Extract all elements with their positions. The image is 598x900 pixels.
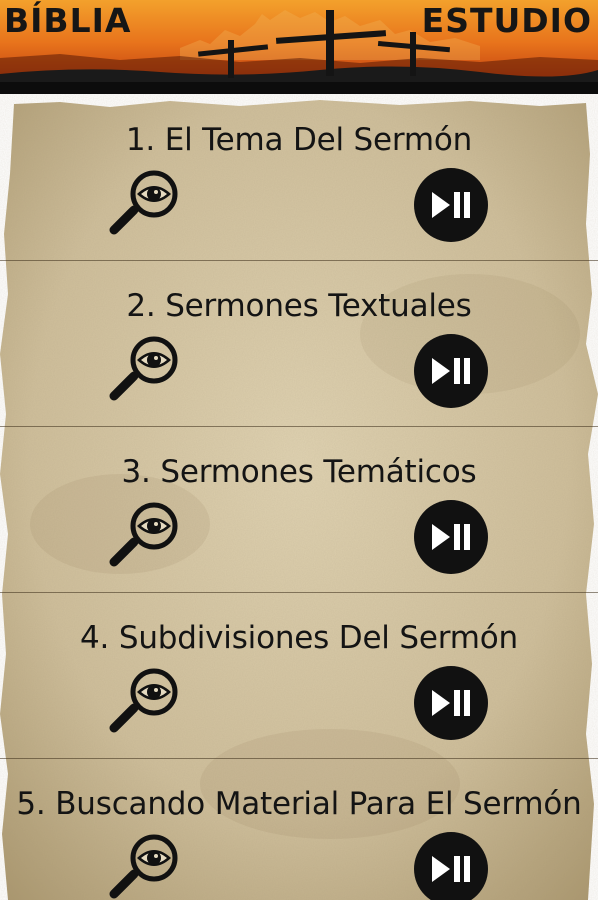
play-pause-button[interactable] [413,665,489,741]
play-pause-icon [414,168,488,242]
play-pause-icon [414,832,488,900]
play-pause-icon [414,666,488,740]
lesson-item-5: 5. Buscando Material Para El Sermón [0,758,598,900]
lesson-title[interactable]: 3. Sermones Temáticos [0,452,598,492]
play-pause-button[interactable] [413,333,489,409]
lesson-title[interactable]: 1. El Tema Del Sermón [0,120,598,160]
lesson-title[interactable]: 4. Subdivisiones Del Sermón [0,618,598,658]
view-lesson-button[interactable] [108,668,188,734]
view-lesson-button[interactable] [108,336,188,402]
view-lesson-button[interactable] [108,502,188,568]
play-pause-button[interactable] [413,499,489,575]
banner-title-right: ESTUDIO [421,1,592,40]
parchment-panel: 1. El Tema Del Sermón 2. Sermones Textua… [0,94,598,900]
play-pause-button[interactable] [413,831,489,900]
lesson-item-4: 4. Subdivisiones Del Sermón [0,592,598,759]
lesson-item-3: 3. Sermones Temáticos [0,426,598,593]
view-lesson-button[interactable] [108,834,188,900]
lesson-item-1: 1. El Tema Del Sermón [0,94,598,261]
lesson-item-2: 2. Sermones Textuales [0,260,598,427]
lesson-title[interactable]: 5. Buscando Material Para El Sermón [0,784,598,824]
magnifier-eye-icon [109,336,178,401]
magnifier-eye-icon [109,834,178,899]
app-screen: BÍBLIA ESTUDIO 1. El Tema Del Sermón 2. … [0,0,598,900]
lesson-list: 1. El Tema Del Sermón 2. Sermones Textua… [0,94,598,900]
play-pause-icon [414,334,488,408]
view-lesson-button[interactable] [108,170,188,236]
banner-title-left: BÍBLIA [4,1,132,40]
magnifier-eye-icon [109,668,178,733]
magnifier-eye-icon [109,502,178,567]
header-banner: BÍBLIA ESTUDIO [0,0,598,94]
play-pause-icon [414,500,488,574]
magnifier-eye-icon [109,170,178,235]
play-pause-button[interactable] [413,167,489,243]
lesson-title[interactable]: 2. Sermones Textuales [0,286,598,326]
